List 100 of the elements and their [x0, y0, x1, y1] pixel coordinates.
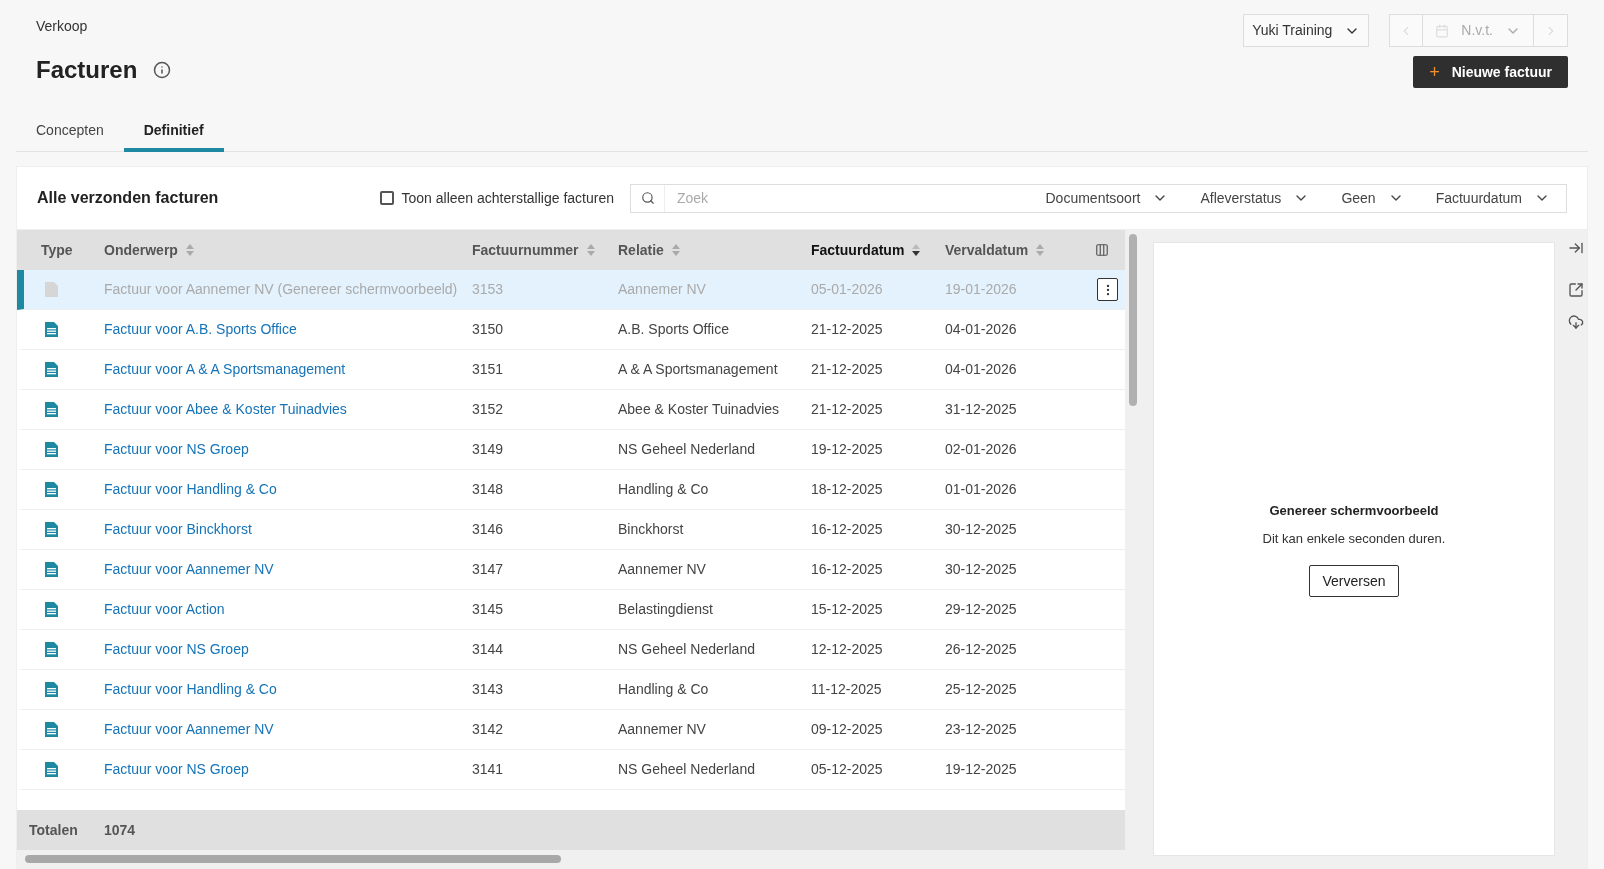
table-cell-text: A.B. Sports Office — [617, 320, 730, 339]
collapse-panel-icon[interactable] — [1568, 240, 1584, 256]
table-cell-text: 30-12-2025 — [944, 560, 1018, 579]
checkbox-label[interactable]: Toon alleen achterstallige facturen — [401, 187, 614, 209]
table-cell-text: 30-12-2025 — [944, 520, 1018, 539]
table-cell-text: NS Geheel Nederland — [617, 440, 756, 459]
cloud-download-icon[interactable] — [1568, 314, 1584, 330]
invoice-link[interactable]: Factuur voor Handling & Co — [100, 679, 468, 700]
table-cell-text: Handling & Co — [617, 480, 710, 499]
document-icon — [45, 522, 58, 537]
document-icon — [45, 762, 58, 777]
preview-title: Genereer schermvoorbeeld — [1269, 502, 1439, 520]
totals-label: Totalen — [28, 820, 79, 840]
company-select[interactable]: Yuki Training — [1243, 14, 1370, 47]
table-cell-text: 01-01-2026 — [944, 480, 1018, 499]
search-filter-bar[interactable]: Zoek Documentsoort Afleverstatus Geen Factuurdatum — [630, 183, 1567, 213]
totals-value: 1074 — [103, 820, 136, 840]
document-icon — [45, 602, 58, 617]
table-cell-text: 3147 — [471, 560, 505, 579]
table-cell-text: NS Geheel Nederland — [617, 640, 756, 659]
table-cell-text: 21-12-2025 — [810, 400, 884, 419]
document-icon — [45, 562, 58, 577]
table-cell-text: 29-12-2025 — [944, 600, 1018, 619]
search-icon — [640, 191, 655, 205]
table-cell-text: 11-12-2025 — [810, 680, 883, 699]
table-cell-text: Binckhorst — [617, 520, 685, 539]
table-cell-text: 15-12-2025 — [810, 600, 884, 619]
invoice-link[interactable]: Factuur voor NS Groep — [100, 439, 468, 460]
tab[interactable]: Concepten — [16, 112, 124, 152]
invoice-link[interactable]: Factuur voor Abee & Koster Tuinadvies — [100, 399, 468, 420]
column-header[interactable]: Relatie — [618, 239, 664, 261]
table-cell-text: 3150 — [471, 320, 505, 339]
table-cell-text: 31-12-2025 — [944, 400, 1018, 419]
breadcrumb[interactable]: Verkoop — [36, 14, 172, 38]
table-cell-text: 3144 — [471, 640, 505, 659]
columns-icon[interactable] — [1095, 243, 1109, 257]
document-icon — [45, 362, 58, 377]
column-header[interactable]: Factuurdatum — [811, 239, 905, 261]
tab[interactable]: Definitief — [123, 112, 224, 152]
column-header[interactable]: Factuurnummer — [472, 239, 579, 261]
table-cell-text: 3148 — [471, 480, 505, 499]
column-header[interactable]: Onderwerp — [104, 239, 178, 261]
plus-icon: + — [1429, 63, 1440, 81]
column-header[interactable]: Vervaldatum — [945, 239, 1029, 261]
table-cell-text: 04-01-2026 — [944, 360, 1018, 379]
refresh-button[interactable]: Verversen — [1309, 565, 1399, 597]
table-cell-text: 09-12-2025 — [810, 720, 884, 739]
table-cell-text: 19-01-2026 — [944, 280, 1018, 299]
row-menu-button[interactable] — [1097, 278, 1118, 301]
new-invoice-button[interactable]: + Nieuwe factuur — [1413, 56, 1568, 88]
invoice-link[interactable]: Factuur voor Aannemer NV — [100, 559, 468, 580]
table-cell-text: 3153 — [471, 280, 505, 299]
invoice-link[interactable]: Factuur voor Binckhorst — [100, 519, 468, 540]
sort-icon — [671, 244, 680, 256]
invoice-link[interactable]: Factuur voor NS Groep — [100, 639, 468, 660]
table-cell-text: 16-12-2025 — [810, 520, 884, 539]
document-icon — [45, 642, 58, 657]
table-cell-text: Aannemer NV — [617, 720, 707, 739]
column-header: Type — [41, 240, 73, 260]
filter-dropdown[interactable]: Afleverstatus — [1184, 187, 1326, 209]
table-cell-text: 04-01-2026 — [944, 320, 1018, 339]
invoice-link[interactable]: Factuur voor A & A Sportsmanagement — [100, 359, 468, 380]
table-cell-text: Abee & Koster Tuinadvies — [617, 400, 781, 419]
invoice-link[interactable]: Factuur voor A.B. Sports Office — [100, 319, 468, 340]
table-cell-text: 21-12-2025 — [810, 320, 884, 339]
table-cell-text: 3141 — [471, 760, 505, 779]
filter-dropdown[interactable]: Geen — [1325, 187, 1420, 209]
invoice-link[interactable]: Factuur voor NS Groep — [100, 759, 468, 780]
sort-icon — [1036, 244, 1045, 256]
table-cell-text: 3151 — [471, 360, 505, 379]
table-cell-text: 21-12-2025 — [810, 360, 884, 379]
info-icon[interactable] — [153, 61, 172, 79]
table-cell-text: 16-12-2025 — [810, 560, 884, 579]
page-title: Facturen — [36, 55, 138, 85]
invoice-link[interactable]: Factuur voor Handling & Co — [100, 479, 468, 500]
document-icon — [45, 442, 58, 457]
open-external-icon[interactable] — [1568, 282, 1584, 298]
table-cell-text: Belastingdienst — [617, 600, 714, 619]
table-cell-text: 3142 — [471, 720, 505, 739]
horizontal-scrollbar[interactable] — [25, 855, 561, 863]
table-cell-text: 26-12-2025 — [944, 640, 1018, 659]
vertical-scrollbar[interactable] — [1129, 234, 1137, 406]
checkbox[interactable] — [379, 191, 394, 205]
filter-dropdown[interactable]: Documentsoort — [1029, 187, 1185, 209]
table-cell-text: Aannemer NV — [617, 560, 707, 579]
table-cell-text: NS Geheel Nederland — [617, 760, 756, 779]
invoice-link[interactable]: Factuur voor Action — [100, 599, 468, 620]
sort-icon — [586, 244, 595, 256]
document-icon — [45, 722, 58, 737]
table-cell-text: 25-12-2025 — [944, 680, 1018, 699]
sort-icon — [185, 244, 194, 256]
table-cell-text: 3145 — [471, 600, 505, 619]
table-cell-text: 3149 — [471, 440, 505, 459]
invoice-link[interactable]: Factuur voor Aannemer NV — [100, 719, 468, 740]
table-cell-text: 3143 — [471, 680, 505, 699]
table-cell-text: 19-12-2025 — [810, 440, 884, 459]
table-cell-text: 23-12-2025 — [944, 720, 1018, 739]
filter-dropdown[interactable]: Factuurdatum — [1419, 187, 1566, 209]
calendar-icon — [1435, 23, 1450, 38]
preview-message: Dit kan enkele seconden duren. — [1262, 529, 1446, 548]
